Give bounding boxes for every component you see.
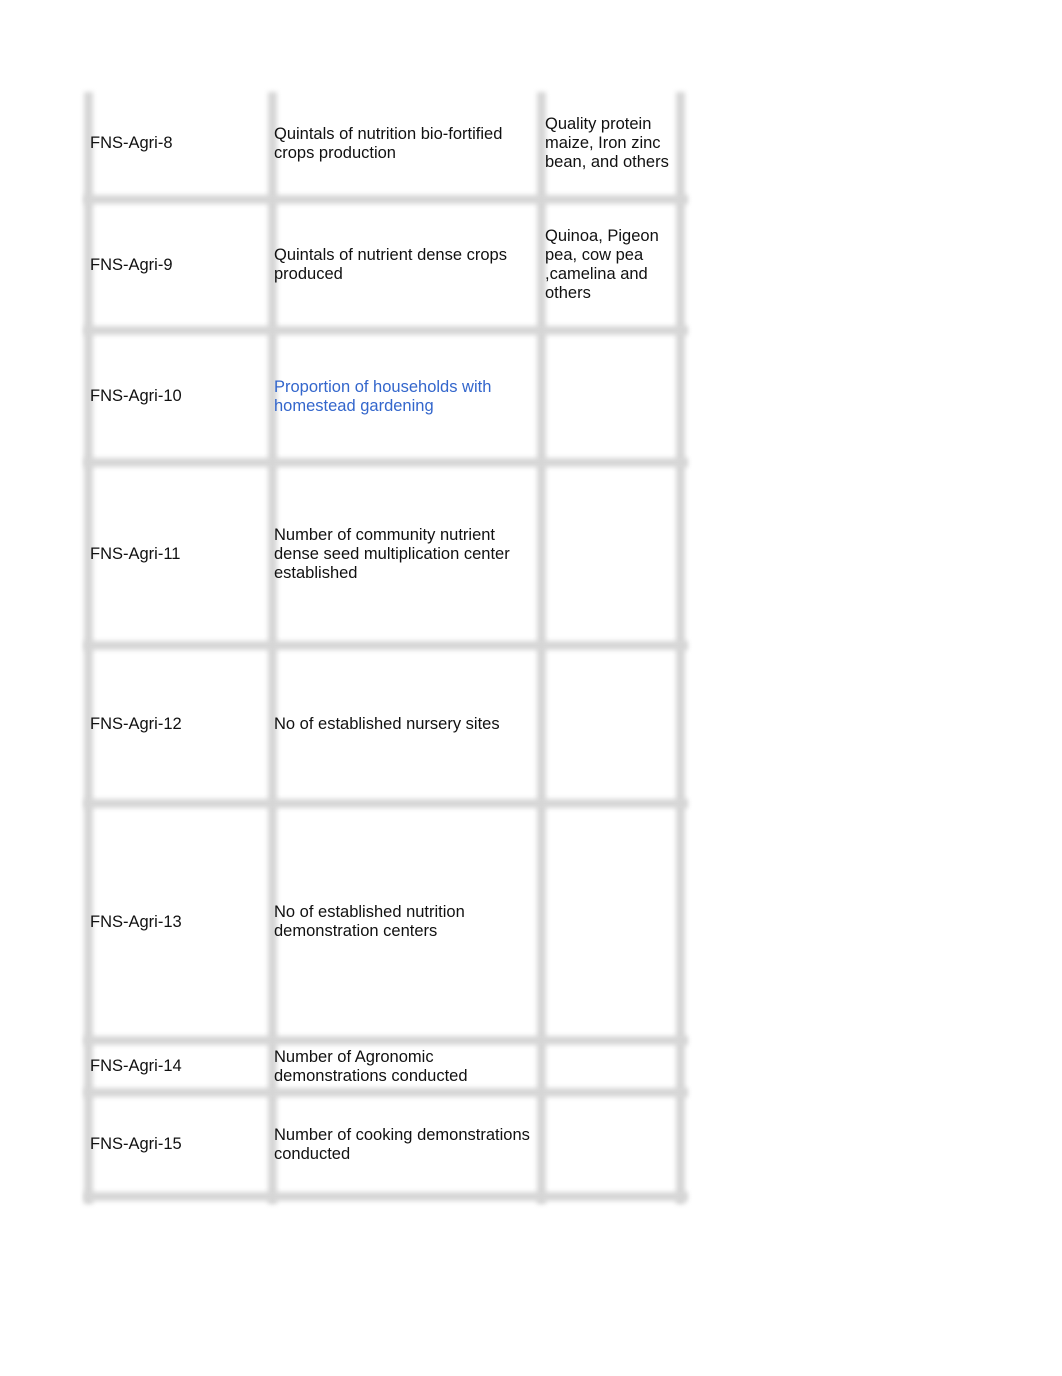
row-id-cell: FNS-Agri-8	[90, 92, 265, 195]
row-indicator-cell: Number of cooking demonstrations conduct…	[274, 1097, 534, 1192]
row-indicator-cell: No of established nursery sites	[274, 650, 534, 799]
row-remark-cell: Quinoa, Pigeon pea, cow pea ,camelina an…	[545, 204, 680, 326]
row-id: FNS-Agri-12	[90, 715, 182, 733]
row-id: FNS-Agri-9	[90, 255, 173, 274]
row-id: FNS-Agri-11	[90, 544, 181, 563]
grid-line	[84, 1036, 688, 1045]
row-indicator: No of established nursery sites	[274, 715, 500, 733]
row-indicator-cell: Quintals of nutrient dense crops produce…	[274, 204, 534, 326]
grid-line	[84, 641, 688, 650]
row-indicator: Quintals of nutrient dense crops produce…	[274, 246, 507, 283]
row-id-cell: FNS-Agri-12	[90, 650, 265, 799]
row-indicator[interactable]: Proportion of households with homestead …	[274, 378, 534, 416]
row-indicator-cell: Quintals of nutrition bio-fortified crop…	[274, 92, 534, 195]
row-indicator-cell: Number of Agronomic demonstrations condu…	[274, 1045, 534, 1088]
row-remark: Quality protein maize, Iron zinc bean, a…	[545, 115, 669, 171]
row-indicator-cell: No of established nutrition demonstratio…	[274, 808, 534, 1036]
row-remark-cell	[545, 1097, 680, 1192]
row-indicator: No of established nutrition demonstratio…	[274, 903, 465, 940]
row-remark-cell: Quality protein maize, Iron zinc bean, a…	[545, 92, 680, 195]
row-id: FNS-Agri-15	[90, 1135, 182, 1153]
row-remark-cell	[545, 467, 680, 641]
row-id-cell: FNS-Agri-11	[90, 467, 265, 641]
row-id: FNS-Agri-10	[90, 387, 182, 405]
row-id: FNS-Agri-8	[90, 134, 173, 152]
row-id-cell: FNS-Agri-14	[90, 1045, 265, 1088]
row-id-cell: FNS-Agri-10	[90, 335, 265, 458]
row-indicator: Number of cooking demonstrations conduct…	[274, 1125, 530, 1163]
row-remark-cell	[545, 335, 680, 458]
row-id-cell: FNS-Agri-9	[90, 204, 265, 326]
row-id: FNS-Agri-13	[90, 912, 182, 931]
row-id-cell: FNS-Agri-13	[90, 808, 265, 1036]
row-indicator-cell: Number of community nutrient dense seed …	[274, 467, 534, 641]
row-indicator: Quintals of nutrition bio-fortified crop…	[274, 124, 503, 162]
grid-line	[84, 195, 688, 204]
row-indicator-cell: Proportion of households with homestead …	[274, 335, 534, 458]
row-id-cell: FNS-Agri-15	[90, 1097, 265, 1192]
row-remark-cell	[545, 1045, 680, 1088]
grid-line	[84, 326, 688, 335]
row-remark: Quinoa, Pigeon pea, cow pea ,camelina an…	[545, 227, 659, 302]
grid-line	[84, 799, 688, 808]
row-indicator: Number of community nutrient dense seed …	[274, 525, 510, 582]
row-remark-cell	[545, 650, 680, 799]
row-indicator: Number of Agronomic demonstrations condu…	[274, 1047, 468, 1085]
grid-line	[84, 458, 688, 467]
grid-line	[84, 1088, 688, 1097]
row-remark-cell	[545, 808, 680, 1036]
row-id: FNS-Agri-14	[90, 1057, 182, 1075]
grid-line	[84, 1192, 688, 1201]
